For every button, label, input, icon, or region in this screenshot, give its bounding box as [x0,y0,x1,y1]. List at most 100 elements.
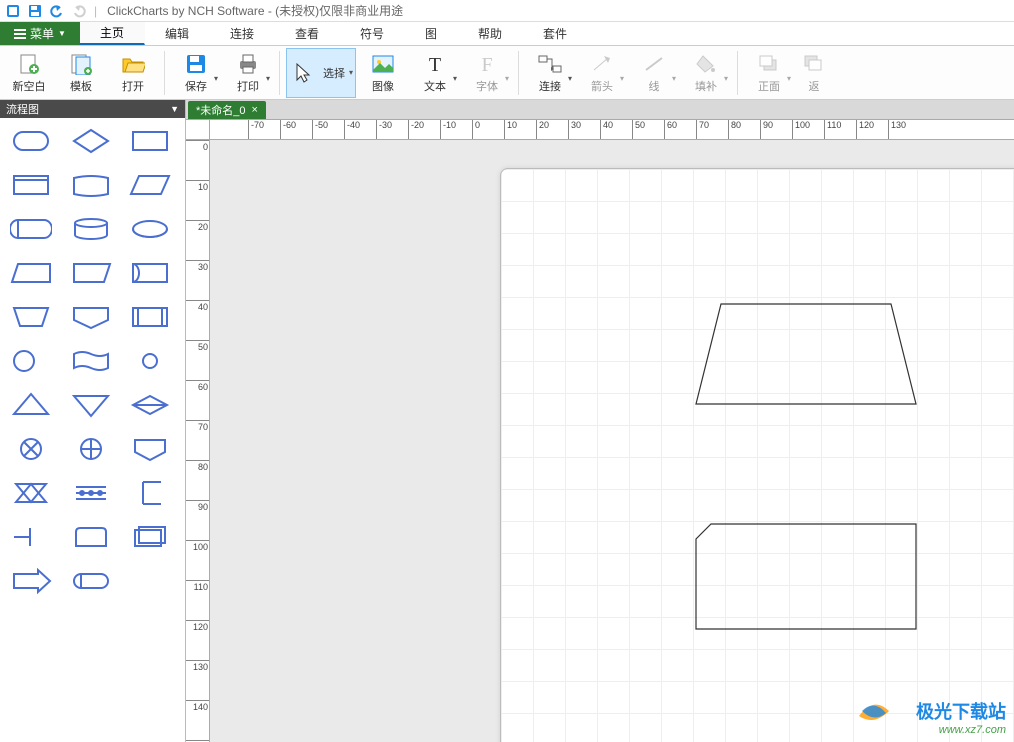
ruler-v-tick: 100 [186,540,210,552]
back-button[interactable]: 返 [796,48,832,98]
print-button[interactable]: 打印 ▾ [223,48,273,98]
qat-redo-icon[interactable] [70,2,88,20]
open-icon [119,52,147,76]
front-button[interactable]: 正面 ▾ [744,48,794,98]
palette-shape-17[interactable] [127,346,173,376]
canvas[interactable] [210,140,1014,742]
palette-shape-7[interactable] [68,214,114,244]
menu-tab-2[interactable]: 连接 [210,22,275,45]
palette-shape-12[interactable] [8,302,54,332]
menu-button-label: 菜单 [30,25,54,42]
menu-tab-0[interactable]: 主页 [80,22,145,45]
document-tab-close-icon[interactable]: × [252,104,258,116]
connection-button[interactable]: 连接 ▾ [525,48,575,98]
qat-save-icon[interactable] [26,2,44,20]
palette-shape-8[interactable] [127,214,173,244]
menu-tab-7[interactable]: 套件 [523,22,588,45]
menu-button[interactable]: 菜单 ▼ [0,22,80,45]
arrow-button[interactable]: 箭头 ▾ [577,48,627,98]
line-icon [640,52,668,76]
palette-shape-29[interactable] [127,522,173,552]
palette-shape-1[interactable] [68,126,114,156]
palette-shape-15[interactable] [8,346,54,376]
select-button[interactable]: 选择 ▾ [286,48,356,98]
palette-shape-11[interactable] [127,258,173,288]
save-dropdown-icon[interactable]: ▾ [214,74,218,83]
font-button[interactable]: F 字体 ▾ [462,48,512,98]
fill-button[interactable]: 填补 ▾ [681,48,731,98]
palette-shape-22[interactable] [68,434,114,464]
menu-tab-5[interactable]: 图 [405,22,458,45]
text-dropdown-icon[interactable]: ▾ [453,74,457,83]
palette-shape-6[interactable] [8,214,54,244]
new-blank-button[interactable]: 新空白 [4,48,54,98]
palette-shape-13[interactable] [68,302,114,332]
fill-dropdown-icon[interactable]: ▾ [724,74,728,83]
arrow-dropdown-icon[interactable]: ▾ [620,74,624,83]
ruler-vertical: 0102030405060708090100110120130140150 [186,140,210,742]
select-dropdown-icon[interactable]: ▾ [349,68,353,77]
trapezoid-shape[interactable] [691,299,921,412]
arrow-label: 箭头 [591,78,613,94]
menu-tab-4[interactable]: 符号 [340,22,405,45]
line-dropdown-icon[interactable]: ▾ [672,74,676,83]
palette-shape-28[interactable] [68,522,114,552]
open-button[interactable]: 打开 [108,48,158,98]
qat-undo-icon[interactable] [48,2,66,20]
palette-shape-23[interactable] [127,434,173,464]
palette-shape-26[interactable] [127,478,173,508]
font-dropdown-icon[interactable]: ▾ [505,74,509,83]
save-label: 保存 [185,78,207,94]
palette-shape-25[interactable] [68,478,114,508]
palette-shape-24[interactable] [8,478,54,508]
palette-shape-30[interactable] [8,566,54,596]
ruler-h-tick: -60 [280,120,296,140]
palette-shape-18[interactable] [8,390,54,420]
palette-shape-21[interactable] [8,434,54,464]
palette-shape-31[interactable] [68,566,114,596]
document-tab[interactable]: *未命名_0 × [188,101,266,119]
image-button[interactable]: 图像 [358,48,408,98]
menu-tab-6[interactable]: 帮助 [458,22,523,45]
palette-shape-4[interactable] [68,170,114,200]
print-dropdown-icon[interactable]: ▾ [266,74,270,83]
ruler-h-tick: 60 [664,120,677,140]
palette-shape-20[interactable] [127,390,173,420]
page[interactable] [500,168,1014,742]
menu-tab-3[interactable]: 查看 [275,22,340,45]
palette-shape-9[interactable] [8,258,54,288]
ribbon-separator [279,51,280,95]
ruler-v-tick: 90 [186,500,210,512]
palette-shape-5[interactable] [127,170,173,200]
side-panel-collapse-icon[interactable]: ▼ [170,104,179,114]
connection-dropdown-icon[interactable]: ▾ [568,74,572,83]
side-panel-header[interactable]: 流程图 ▼ [0,100,185,118]
ruler-v-tick: 40 [186,300,210,312]
ruler-h-tick: -20 [408,120,424,140]
image-icon [369,52,397,76]
ruler-h-tick: 10 [504,120,517,140]
card-shape[interactable] [691,519,921,637]
template-icon [67,52,95,76]
palette-shape-14[interactable] [127,302,173,332]
palette-shape-16[interactable] [68,346,114,376]
watermark: 极光下载站 www.xz7.com [916,698,1006,736]
back-label: 返 [809,78,820,94]
text-button[interactable]: T 文本 ▾ [410,48,460,98]
palette-shape-2[interactable] [127,126,173,156]
palette-shape-27[interactable] [8,522,54,552]
front-dropdown-icon[interactable]: ▾ [787,74,791,83]
template-button[interactable]: 模板 [56,48,106,98]
palette-shape-3[interactable] [8,170,54,200]
ruler-v-tick: 0 [186,140,210,152]
save-button[interactable]: 保存 ▾ [171,48,221,98]
qat-app-icon[interactable] [4,2,22,20]
menu-tab-1[interactable]: 编辑 [145,22,210,45]
palette-shape-19[interactable] [68,390,114,420]
shapes-palette [0,118,185,742]
line-button[interactable]: 线 ▾ [629,48,679,98]
print-label: 打印 [237,78,259,94]
front-icon [755,52,783,76]
palette-shape-0[interactable] [8,126,54,156]
palette-shape-10[interactable] [68,258,114,288]
